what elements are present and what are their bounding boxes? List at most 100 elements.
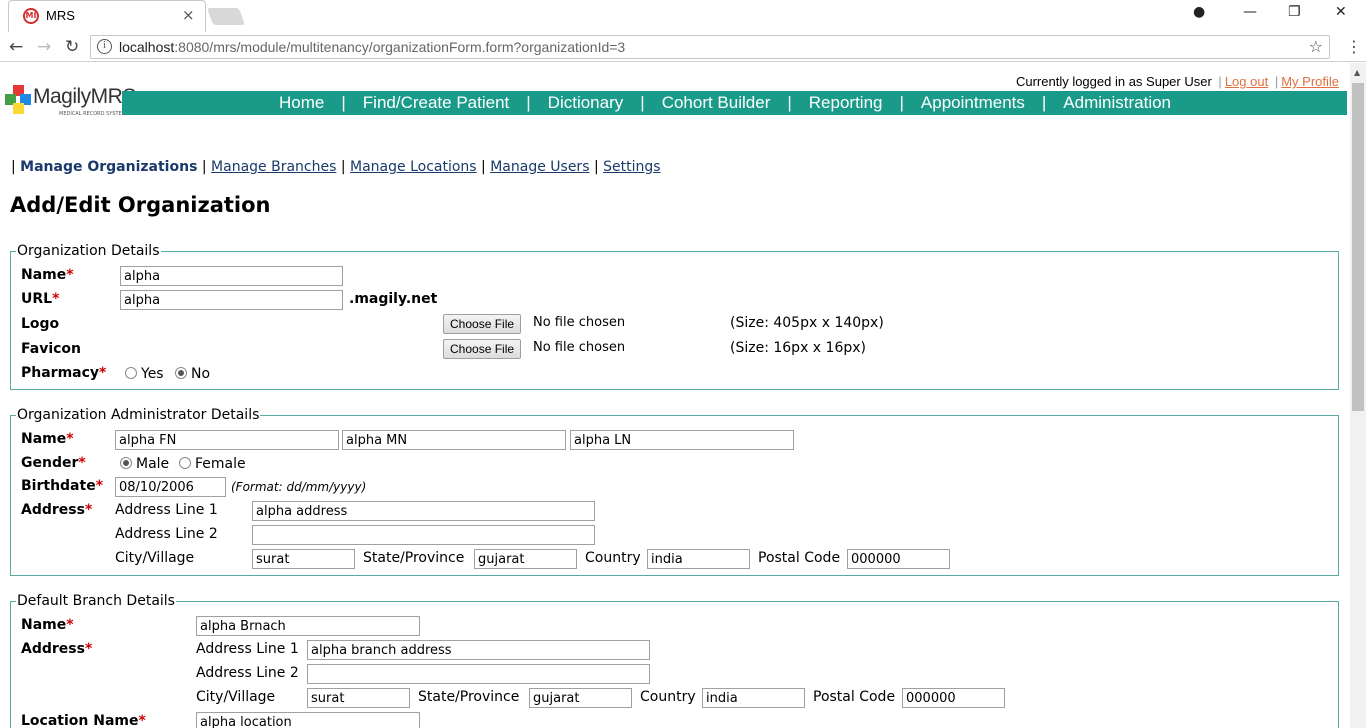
separator: | bbox=[11, 159, 16, 175]
label-text: URL bbox=[21, 291, 53, 307]
required-mark: * bbox=[95, 478, 104, 494]
submenu-settings[interactable]: Settings bbox=[603, 159, 660, 175]
separator: | bbox=[201, 159, 207, 175]
separator: | bbox=[1274, 74, 1279, 89]
branch-address-label: Address* bbox=[21, 641, 92, 657]
nav-home[interactable]: Home bbox=[279, 93, 324, 113]
birthdate-input[interactable] bbox=[115, 477, 226, 497]
pharmacy-no-label: No bbox=[191, 366, 211, 382]
close-window-icon[interactable]: ✕ bbox=[1335, 4, 1347, 20]
label-text: Name bbox=[21, 267, 67, 283]
url-text[interactable]: localhost:8080/mrs/module/multitenancy/o… bbox=[119, 39, 625, 55]
scroll-up-icon[interactable]: ▲ bbox=[1354, 68, 1360, 77]
separator: | bbox=[1041, 93, 1047, 112]
branch-postal-input[interactable] bbox=[902, 688, 1005, 708]
gender-male-radio[interactable] bbox=[120, 457, 132, 469]
separator: | bbox=[593, 159, 599, 175]
org-url-label: URL* bbox=[21, 291, 59, 307]
label-text: Birthdate bbox=[21, 478, 96, 494]
separator: | bbox=[899, 93, 904, 112]
nav-reporting[interactable]: Reporting bbox=[809, 93, 883, 113]
required-mark: * bbox=[52, 291, 60, 307]
url-suffix: .magily.net bbox=[349, 291, 438, 307]
main-nav: Home | Find/Create Patient | Dictionary | C… bbox=[122, 91, 1347, 115]
my-profile-link[interactable]: My Profile bbox=[1281, 74, 1339, 89]
tab-close-icon[interactable]: × bbox=[182, 6, 195, 24]
org-url-input[interactable] bbox=[120, 290, 343, 310]
separator: | bbox=[640, 93, 645, 112]
branch-address-line2-input[interactable] bbox=[307, 664, 650, 684]
separator: | bbox=[1218, 74, 1222, 89]
label-text: Gender bbox=[21, 455, 79, 471]
admin-address-label: Address* bbox=[21, 502, 92, 518]
account-icon[interactable]: ● bbox=[1193, 4, 1205, 20]
branch-name-input[interactable] bbox=[196, 616, 420, 636]
branch-name-label: Name* bbox=[21, 617, 74, 633]
submenu-manage-organizations[interactable]: Manage Organizations bbox=[20, 159, 197, 175]
site-info-icon[interactable]: i bbox=[97, 39, 112, 54]
address-bar[interactable]: i localhost:8080/mrs/module/multitenancy… bbox=[90, 35, 1330, 59]
submenu-manage-branches[interactable]: Manage Branches bbox=[211, 159, 336, 175]
branch-country-label: Country bbox=[640, 689, 696, 705]
branch-state-input[interactable] bbox=[529, 688, 632, 708]
magilymrs-logo[interactable]: MagilyMRS MEDICAL RECORD SYSTEM bbox=[5, 81, 136, 123]
admin-country-input[interactable] bbox=[647, 549, 750, 569]
admin-first-name-input[interactable] bbox=[115, 430, 339, 450]
nav-appointments[interactable]: Appointments bbox=[921, 93, 1025, 113]
browser-tab[interactable]: MI MRS × bbox=[8, 0, 206, 32]
admin-last-name-input[interactable] bbox=[570, 430, 794, 450]
required-mark: * bbox=[66, 617, 74, 633]
nav-cohort-builder[interactable]: Cohort Builder bbox=[662, 93, 771, 113]
forward-icon[interactable]: → bbox=[37, 37, 51, 57]
browser-menu-icon[interactable]: ⋮ bbox=[1346, 37, 1362, 56]
pharmacy-no-radio[interactable] bbox=[175, 367, 187, 379]
admin-address-line1-input[interactable] bbox=[252, 501, 595, 521]
page-scrollbar[interactable]: ▲ bbox=[1350, 63, 1366, 728]
branch-address-line1-input[interactable] bbox=[307, 640, 650, 660]
admin-state-input[interactable] bbox=[474, 549, 577, 569]
admin-postal-input[interactable] bbox=[847, 549, 950, 569]
submenu-manage-users[interactable]: Manage Users bbox=[490, 159, 589, 175]
back-icon[interactable]: ← bbox=[9, 37, 23, 57]
gender-label: Gender* bbox=[21, 455, 86, 471]
nav-administration[interactable]: Administration bbox=[1063, 93, 1171, 113]
submenu-manage-locations[interactable]: Manage Locations bbox=[350, 159, 477, 175]
separator: | bbox=[526, 93, 531, 112]
admin-middle-name-input[interactable] bbox=[342, 430, 566, 450]
bookmark-star-icon[interactable]: ☆ bbox=[1309, 37, 1323, 56]
scrollbar-thumb[interactable] bbox=[1352, 83, 1364, 411]
logout-link[interactable]: Log out bbox=[1225, 74, 1268, 89]
org-name-input[interactable] bbox=[120, 266, 343, 286]
admin-postal-label: Postal Code bbox=[758, 550, 841, 566]
user-bar: Currently logged in as Super User | Log o… bbox=[1016, 74, 1339, 89]
favicon-file-status: No file chosen bbox=[533, 340, 626, 355]
nav-find-create-patient[interactable]: Find/Create Patient bbox=[363, 93, 509, 113]
label-text: Location Name bbox=[21, 713, 139, 728]
required-mark: * bbox=[78, 455, 86, 471]
pharmacy-yes-radio[interactable] bbox=[125, 367, 137, 379]
label-text: Name bbox=[21, 617, 67, 633]
org-name-label: Name* bbox=[21, 267, 74, 283]
tab-title: MRS bbox=[46, 8, 75, 23]
maximize-icon[interactable]: ❐ bbox=[1288, 4, 1301, 20]
branch-city-input[interactable] bbox=[307, 688, 410, 708]
browser-tabbar: MI MRS × ● — ❐ ✕ bbox=[0, 0, 1366, 32]
branch-line1-label: Address Line 1 bbox=[196, 641, 299, 657]
gender-female-radio[interactable] bbox=[179, 457, 191, 469]
branch-line2-label: Address Line 2 bbox=[196, 665, 299, 681]
url-host: localhost bbox=[119, 39, 175, 55]
admin-line1-label: Address Line 1 bbox=[115, 502, 218, 518]
branch-country-input[interactable] bbox=[702, 688, 805, 708]
admin-city-input[interactable] bbox=[252, 549, 355, 569]
favicon-choose-file-button[interactable]: Choose File bbox=[443, 339, 522, 359]
gender-male-label: Male bbox=[136, 456, 170, 472]
minimize-icon[interactable]: — bbox=[1243, 4, 1257, 20]
nav-dictionary[interactable]: Dictionary bbox=[548, 93, 624, 113]
admin-address-line2-input[interactable] bbox=[252, 525, 595, 545]
label-text: Address bbox=[21, 502, 85, 518]
browser-toolbar: ← → ↻ i localhost:8080/mrs/module/multit… bbox=[0, 32, 1366, 62]
new-tab-button[interactable] bbox=[206, 8, 246, 25]
location-name-input[interactable] bbox=[196, 712, 420, 728]
logo-choose-file-button[interactable]: Choose File bbox=[443, 314, 522, 334]
reload-icon[interactable]: ↻ bbox=[65, 37, 79, 57]
